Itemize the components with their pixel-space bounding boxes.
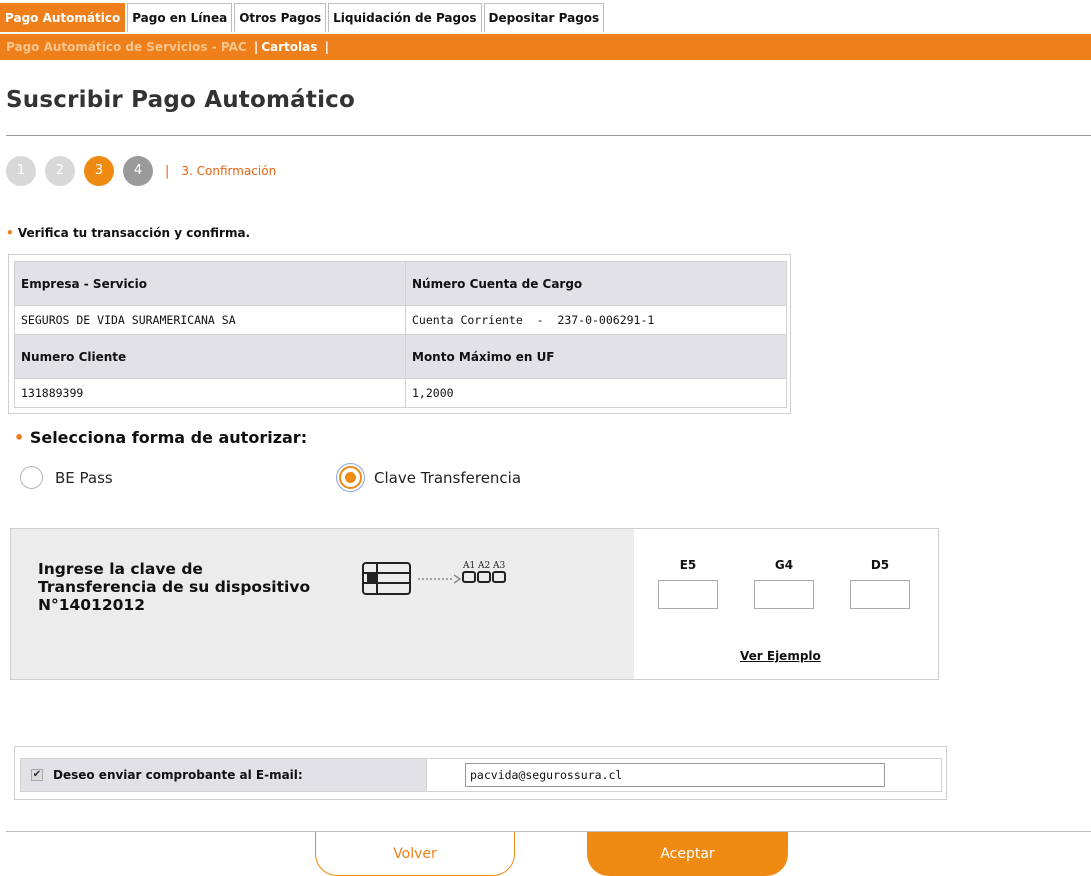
email-checkbox[interactable]: ✔: [31, 769, 43, 781]
divider: [6, 831, 1091, 832]
radio-clave-label[interactable]: Clave Transferencia: [374, 469, 521, 487]
radio-bepass[interactable]: BE Pass: [20, 466, 113, 489]
table-row: 131889399 1,2000: [14, 378, 787, 408]
sub-nav: Pago Automático de Servicios - PAC | Cart…: [0, 34, 1091, 60]
step-separator: |: [165, 163, 170, 179]
cuenta-header: Número Cuenta de Cargo: [405, 261, 787, 306]
email-field[interactable]: [465, 763, 885, 787]
key-inputs: E5 G4 D5 Ver Ejemplo: [634, 529, 938, 679]
verify-note: • Verifica tu transacción y confirma.: [6, 226, 250, 240]
instruction-line: Transferencia de su dispositivo: [38, 578, 311, 596]
cuenta-value: Cuenta Corriente - 237-0-006291-1: [405, 305, 787, 335]
cliente-value: 131889399: [14, 378, 406, 408]
aceptar-button[interactable]: Aceptar: [587, 832, 788, 876]
coord-label-g4: G4: [774, 558, 794, 572]
table-row: Numero Cliente Monto Máximo en UF: [14, 334, 787, 379]
auth-title: • Selecciona forma de autorizar:: [14, 428, 307, 447]
step-indicator: 1 2 3 4 | 3. Confirmación: [6, 156, 276, 186]
top-nav: Pago Automático Pago en Línea Otros Pago…: [0, 3, 606, 33]
coord-label-d5: D5: [870, 558, 890, 572]
coord-input-d5[interactable]: [850, 580, 910, 609]
step-2: 2: [45, 156, 75, 186]
monto-value: 1,2000: [405, 378, 787, 408]
radio-clave-circle-selected[interactable]: [339, 466, 362, 489]
tab-pago-automatico[interactable]: Pago Automático: [0, 3, 126, 32]
auth-title-text: Selecciona forma de autorizar:: [29, 428, 308, 447]
radio-bepass-circle[interactable]: [20, 466, 43, 489]
device-number: N°14012012: [38, 596, 146, 614]
radio-clave-transferencia[interactable]: Clave Transferencia: [339, 466, 521, 489]
coord-input-e5[interactable]: [658, 580, 718, 609]
coord-input-g4[interactable]: [754, 580, 814, 609]
table-row: SEGUROS DE VIDA SURAMERICANA SA Cuenta C…: [14, 305, 787, 335]
ver-ejemplo-link[interactable]: Ver Ejemplo: [740, 649, 821, 663]
tab-depositar-pagos[interactable]: Depositar Pagos: [483, 3, 605, 32]
step-1: 1: [6, 156, 36, 186]
card-label-a2: A2: [477, 561, 490, 571]
divider: [6, 135, 1091, 136]
detail-table: Empresa - Servicio Número Cuenta de Carg…: [14, 261, 787, 408]
bullet-icon: •: [6, 226, 14, 240]
step-4: 4: [123, 156, 153, 186]
coord-label-e5: E5: [679, 558, 697, 572]
step-3-current: 3: [84, 156, 114, 186]
tab-pago-en-linea[interactable]: Pago en Línea: [127, 3, 233, 32]
subnav-link-cartolas[interactable]: Cartolas: [261, 34, 317, 60]
key-instruction-text: Ingrese la clave de Transferencia de su …: [38, 560, 358, 614]
volver-button[interactable]: Volver: [315, 832, 515, 876]
subnav-separator: |: [253, 40, 259, 54]
tab-liquidacion-de-pagos[interactable]: Liquidación de Pagos: [328, 3, 482, 32]
email-label: Deseo enviar comprobante al E-mail:: [53, 768, 303, 782]
bullet-icon: •: [14, 428, 25, 447]
monto-header: Monto Máximo en UF: [405, 334, 787, 379]
email-label-cell: ✔ Deseo enviar comprobante al E-mail:: [20, 758, 427, 792]
step-label: 3. Confirmación: [181, 164, 277, 178]
card-label-a3: A3: [492, 561, 505, 571]
subnav-link-pac[interactable]: Pago Automático de Servicios - PAC: [6, 34, 247, 60]
verify-text: Verifica tu transacción y confirma.: [17, 226, 251, 240]
table-row: Empresa - Servicio Número Cuenta de Carg…: [14, 261, 787, 306]
tab-otros-pagos[interactable]: Otros Pagos: [234, 3, 327, 32]
subnav-separator: |: [324, 40, 329, 54]
radio-bepass-label[interactable]: BE Pass: [55, 469, 113, 487]
coordinate-card-icon: A1 A2 A3: [362, 561, 506, 595]
empresa-header: Empresa - Servicio: [14, 261, 406, 306]
empresa-value: SEGUROS DE VIDA SURAMERICANA SA: [14, 305, 406, 335]
card-label-a1: A1: [462, 561, 475, 571]
transaction-detail: Empresa - Servicio Número Cuenta de Carg…: [8, 254, 791, 414]
key-instructions: Ingrese la clave de Transferencia de su …: [11, 529, 634, 679]
instruction-line: Ingrese la clave de: [38, 560, 203, 578]
cliente-header: Numero Cliente: [14, 334, 406, 379]
page-title: Suscribir Pago Automático: [6, 87, 355, 113]
key-entry-panel: Ingrese la clave de Transferencia de su …: [10, 528, 939, 680]
